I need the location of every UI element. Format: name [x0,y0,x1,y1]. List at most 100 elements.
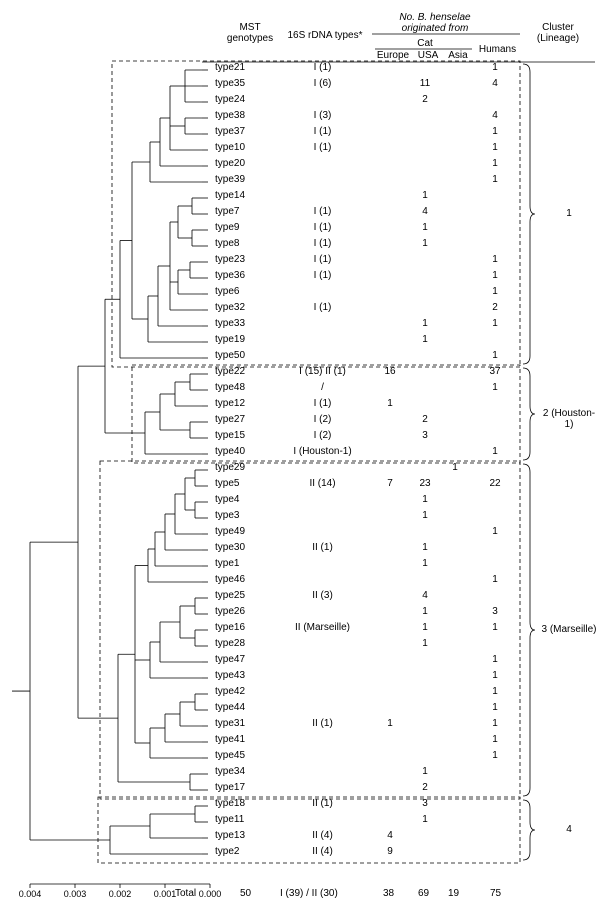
total-us: 69 [418,888,429,899]
us-type8: 1 [410,238,440,249]
mst-type46: type46 [215,574,245,585]
eu-type12: 1 [375,398,405,409]
eu-type22: 16 [375,366,405,377]
hu-type47: 1 [480,654,510,665]
mst-type33: type33 [215,318,245,329]
hu-type49: 1 [480,526,510,537]
hu-type21: 1 [480,62,510,73]
mst-type2: type2 [215,846,239,857]
hu-type23: 1 [480,254,510,265]
hu-type44: 1 [480,702,510,713]
hu-type46: 1 [480,574,510,585]
mst-type19: type19 [215,334,245,345]
rdna-type23: I (1) [275,254,370,265]
mst-type18: type18 [215,798,245,809]
us-type4: 1 [410,494,440,505]
us-type14: 1 [410,190,440,201]
hu-type45: 1 [480,750,510,761]
us-type7: 4 [410,206,440,217]
hu-type40: 1 [480,446,510,457]
mst-type35: type35 [215,78,245,89]
us-type26: 1 [410,606,440,617]
rdna-type21: I (1) [275,62,370,73]
rdna-type15: I (2) [275,430,370,441]
rdna-type36: I (1) [275,270,370,281]
rdna-type7: I (1) [275,206,370,217]
us-type25: 4 [410,590,440,601]
total-eu: 38 [383,888,394,899]
us-type5: 23 [410,478,440,489]
eu-type5: 7 [375,478,405,489]
rdna-type5: II (14) [275,478,370,489]
mst-type3: type3 [215,510,239,521]
mst-type43: type43 [215,670,245,681]
mst-type25: type25 [215,590,245,601]
eu-type2: 9 [375,846,405,857]
mst-type37: type37 [215,126,245,137]
us-type19: 1 [410,334,440,345]
hu-type35: 4 [480,78,510,89]
rdna-type2: II (4) [275,846,370,857]
rdna-type30: II (1) [275,542,370,553]
rdna-type16: II (Marseille) [275,622,370,633]
cluster-4: 4 [540,824,598,835]
mst-type27: type27 [215,414,245,425]
scale-0.002: 0.002 [105,889,135,899]
mst-type50: type50 [215,350,245,361]
rdna-type10: I (1) [275,142,370,153]
mst-type12: type12 [215,398,245,409]
us-type3: 1 [410,510,440,521]
us-type27: 2 [410,414,440,425]
cluster-3 (Marseille): 3 (Marseille) [540,624,598,635]
mst-type38: type38 [215,110,245,121]
rdna-type40: I (Houston-1) [275,446,370,457]
us-type11: 1 [410,814,440,825]
mst-type44: type44 [215,702,245,713]
eu-type13: 4 [375,830,405,841]
mst-type34: type34 [215,766,245,777]
rdna-type32: I (1) [275,302,370,313]
total-rdna: I (39) / II (30) [280,888,338,899]
mst-type24: type24 [215,94,245,105]
cluster-1: 1 [540,208,598,219]
us-type17: 2 [410,782,440,793]
us-type30: 1 [410,542,440,553]
mst-type17: type17 [215,782,245,793]
mst-type4: type4 [215,494,239,505]
mst-type39: type39 [215,174,245,185]
total-label: Total [175,888,196,899]
mst-type14: type14 [215,190,245,201]
eu-type31: 1 [375,718,405,729]
us-type9: 1 [410,222,440,233]
rdna-type38: I (3) [275,110,370,121]
hu-type16: 1 [480,622,510,633]
rdna-type25: II (3) [275,590,370,601]
mst-type6: type6 [215,286,239,297]
hu-type6: 1 [480,286,510,297]
as-type29: 1 [440,462,470,473]
hu-type36: 1 [480,270,510,281]
hu-type38: 4 [480,110,510,121]
us-type24: 2 [410,94,440,105]
us-type16: 1 [410,622,440,633]
mst-type20: type20 [215,158,245,169]
mst-type42: type42 [215,686,245,697]
us-type15: 3 [410,430,440,441]
rdna-type12: I (1) [275,398,370,409]
mst-type11: type11 [215,814,244,825]
hu-type50: 1 [480,350,510,361]
scale-0.000: 0.000 [195,889,225,899]
mst-type31: type31 [215,718,245,729]
scale-0.003: 0.003 [60,889,90,899]
mst-type36: type36 [215,270,245,281]
rdna-type27: I (2) [275,414,370,425]
mst-type47: type47 [215,654,245,665]
rdna-type31: II (1) [275,718,370,729]
hu-type33: 1 [480,318,510,329]
rdna-type22: I (15) II (1) [275,366,370,377]
hu-type41: 1 [480,734,510,745]
rdna-type8: I (1) [275,238,370,249]
rdna-type9: I (1) [275,222,370,233]
mst-type10: type10 [215,142,245,153]
us-type18: 3 [410,798,440,809]
